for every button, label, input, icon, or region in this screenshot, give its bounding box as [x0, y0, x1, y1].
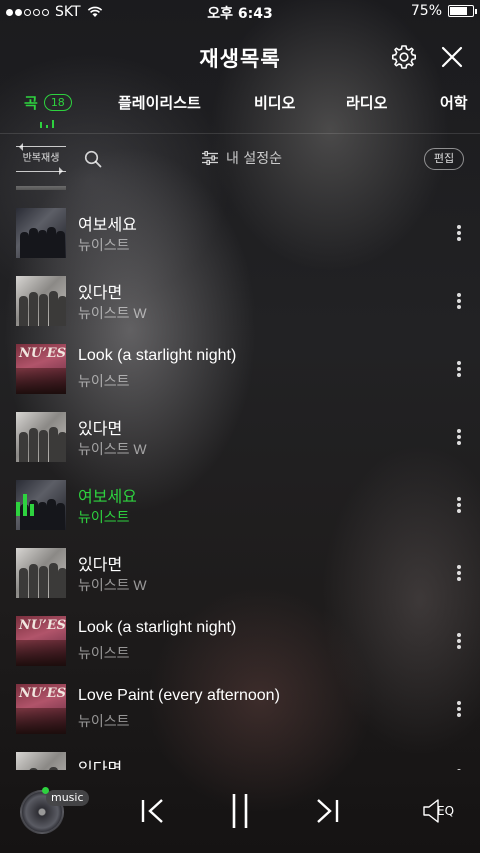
album-logo: NU’EST	[19, 618, 66, 633]
album-art	[16, 412, 66, 462]
more-options-icon[interactable]	[452, 768, 466, 770]
song-row[interactable]: 있다면뉴이스트 W	[0, 548, 480, 616]
more-options-icon[interactable]	[452, 428, 466, 448]
list-toolbar: 반복재생 내 설정순 편집	[0, 143, 480, 175]
tab-songs-label: 곡	[24, 94, 38, 112]
tab-bar: 곡 18 플레이리스트 비디오 라디오 어학	[0, 88, 480, 128]
song-artist: 뉴이스트 W	[78, 305, 147, 321]
album-art	[16, 548, 66, 598]
edit-button[interactable]: 편집	[424, 148, 464, 170]
song-title: 있다면	[78, 285, 123, 302]
album-art-partial	[16, 186, 66, 190]
tab-video[interactable]: 비디오	[254, 92, 295, 113]
status-right: 75%	[410, 3, 477, 19]
now-playing-equalizer-icon	[14, 490, 36, 516]
song-row[interactable]: NU’EST Love Paint (every afternoon) 뉴이스트	[0, 684, 480, 752]
album-art	[16, 276, 66, 326]
tab-divider	[0, 133, 480, 134]
song-title: 있다면	[78, 421, 123, 438]
album-art: NU’EST	[16, 684, 66, 734]
previous-track-icon[interactable]	[140, 796, 166, 826]
album-art: NU’EST	[16, 616, 66, 666]
mini-player: music EQ	[0, 780, 480, 853]
song-row[interactable]: 있다면뉴이스트 W	[0, 752, 480, 770]
now-playing-indicator-icon	[40, 120, 54, 128]
song-row[interactable]: 여보세요뉴이스트	[0, 208, 480, 276]
song-row[interactable]: 있다면뉴이스트 W	[0, 412, 480, 480]
song-artist: 뉴이스트	[78, 645, 130, 661]
song-row[interactable]: 여보세요뉴이스트	[0, 480, 480, 548]
song-count-badge: 18	[43, 94, 72, 111]
album-art	[16, 208, 66, 258]
sort-label: 내 설정순	[226, 151, 282, 167]
song-title: 있다면	[78, 761, 123, 770]
more-options-icon[interactable]	[452, 700, 466, 720]
more-options-icon[interactable]	[452, 496, 466, 516]
music-badge: music	[46, 790, 89, 806]
album-logo: NU’EST	[19, 346, 66, 361]
gear-icon[interactable]	[391, 44, 417, 70]
status-time: 오후 6:43	[207, 6, 273, 22]
more-options-icon[interactable]	[452, 360, 466, 380]
song-artist: 뉴이스트	[78, 509, 130, 525]
song-title: 여보세요	[78, 217, 137, 234]
album-art	[16, 752, 66, 770]
battery-icon	[448, 5, 477, 17]
song-title: Love Paint (every afternoon)	[78, 687, 280, 704]
song-artist: 뉴이스트	[78, 713, 130, 729]
close-icon[interactable]	[440, 45, 464, 69]
sort-button[interactable]: 내 설정순	[202, 148, 282, 168]
more-options-icon[interactable]	[452, 564, 466, 584]
song-title: 있다면	[78, 557, 123, 574]
sliders-icon	[202, 151, 218, 165]
song-row[interactable]: NU’EST Look (a starlight night) 뉴이스트	[0, 616, 480, 684]
tab-radio[interactable]: 라디오	[346, 92, 387, 113]
album-art: NU’EST	[16, 344, 66, 394]
pause-icon[interactable]	[230, 792, 250, 830]
song-title: Look (a starlight night)	[78, 619, 237, 636]
more-options-icon[interactable]	[452, 292, 466, 312]
more-options-icon[interactable]	[452, 632, 466, 652]
tab-language[interactable]: 어학	[440, 92, 468, 113]
song-title: 여보세요	[78, 489, 137, 506]
status-bar: SKT 오후 6:43 75%	[0, 0, 480, 24]
more-options-icon[interactable]	[452, 224, 466, 244]
album-logo: NU’EST	[19, 686, 66, 701]
tab-playlist[interactable]: 플레이리스트	[118, 92, 201, 113]
song-artist: 뉴이스트 W	[78, 441, 147, 457]
song-artist: 뉴이스트	[78, 373, 130, 389]
eq-label: EQ	[437, 804, 455, 818]
song-artist: 뉴이스트	[78, 237, 130, 253]
header: 재생목록	[0, 38, 480, 78]
battery-percent: 75%	[410, 3, 442, 19]
next-track-icon[interactable]	[314, 796, 340, 826]
song-title: Look (a starlight night)	[78, 347, 237, 364]
repeat-button[interactable]: 반복재생	[16, 143, 66, 175]
tab-songs[interactable]: 곡 18	[24, 92, 72, 113]
song-row[interactable]: NU’EST Look (a starlight night) 뉴이스트	[0, 344, 480, 412]
search-icon[interactable]	[84, 150, 102, 168]
equalizer-button[interactable]: EQ	[420, 798, 464, 826]
song-artist: 뉴이스트 W	[78, 577, 147, 593]
song-list[interactable]: 여보세요뉴이스트있다면뉴이스트 WNU’ESTLook (a starlight…	[0, 186, 480, 770]
song-row[interactable]: 있다면뉴이스트 W	[0, 276, 480, 344]
